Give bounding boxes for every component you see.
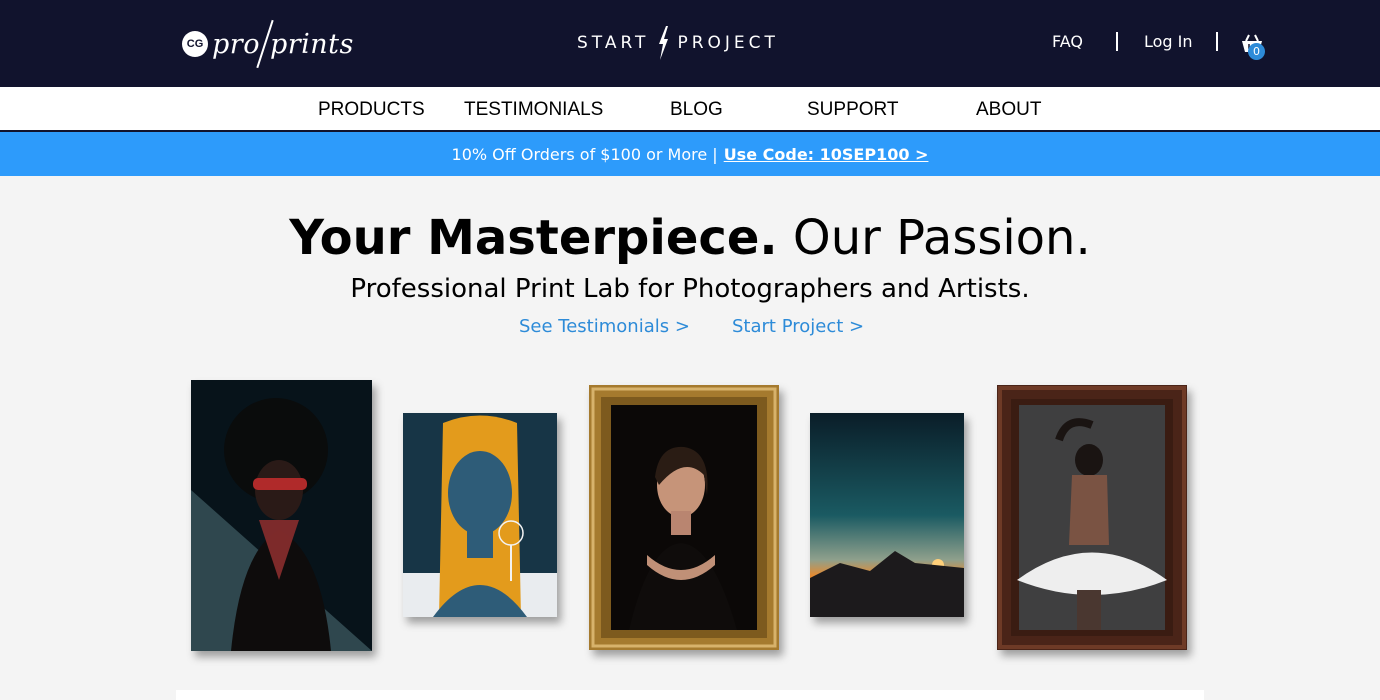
nav-support[interactable]: SUPPORT [807,99,899,121]
promo-text: 10% Off Orders of $100 or More | [451,144,718,164]
main-nav: PRODUCTS TESTIMONIALS BLOG SUPPORT ABOUT [0,87,1380,132]
framed-ballerina-print [997,385,1187,650]
nav-about[interactable]: ABOUT [976,99,1041,121]
cg-logo-badge: CG [182,31,208,57]
nav-blog[interactable]: BLOG [670,99,723,121]
divider [1216,32,1218,51]
logo-pro: pro [212,28,260,60]
project-word: PROJECT [677,33,779,53]
faq-link[interactable]: FAQ [1052,32,1083,51]
divider [1116,32,1118,51]
night-sky-landscape-print [810,413,964,617]
hero-subtitle: Professional Print Lab for Photographers… [350,274,1030,304]
lightning-bolt-icon [657,26,669,60]
hero-title-light: Our Passion. [792,210,1091,266]
portrait-sunglasses-print [191,380,372,651]
start-project-button[interactable]: START PROJECT [577,26,779,60]
content-card-top [176,690,1204,700]
see-testimonials-link[interactable]: See Testimonials > [519,316,690,337]
orange-hair-illustration-print [403,413,557,617]
hero-title-bold: Your Masterpiece. [289,210,778,266]
hero-title: Your Masterpiece. Our Passion. [0,210,1380,266]
cart-count-badge: 0 [1248,43,1265,60]
nav-testimonials[interactable]: TESTIMONIALS [464,99,603,121]
promo-banner: 10% Off Orders of $100 or More | Use Cod… [0,132,1380,176]
top-bar: CG pro prints START PROJECT FAQ Log In 0 [0,0,1380,87]
start-project-link[interactable]: Start Project > [732,316,864,337]
login-link[interactable]: Log In [1144,32,1193,51]
logo-prints: prints [269,28,354,60]
framed-woman-portrait [589,385,779,650]
start-word: START [577,33,650,53]
promo-code-link[interactable]: Use Code: 10SEP100 > [724,145,929,164]
proprints-logo[interactable]: CG pro prints [182,19,354,69]
logo-wordmark: pro prints [212,19,354,69]
nav-products[interactable]: PRODUCTS [318,99,425,121]
